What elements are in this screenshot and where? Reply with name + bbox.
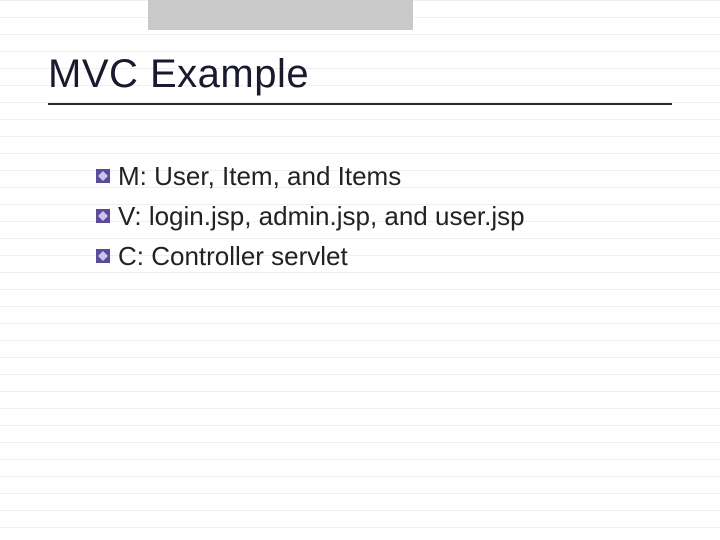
title-area: MVC Example [48, 52, 672, 105]
list-item: C: Controller servlet [96, 240, 660, 274]
content-area: M: User, Item, and Items V: login.jsp, a… [96, 160, 660, 279]
slide-title: MVC Example [48, 52, 672, 97]
diamond-bullet-icon [96, 249, 110, 263]
list-item-text: V: login.jsp, admin.jsp, and user.jsp [118, 200, 525, 234]
list-item-text: C: Controller servlet [118, 240, 348, 274]
slide: MVC Example M: User, Item, and Items V: … [0, 0, 720, 540]
decorative-top-band [148, 0, 413, 30]
diamond-bullet-icon [96, 209, 110, 223]
title-underline [48, 103, 672, 105]
list-item: M: User, Item, and Items [96, 160, 660, 194]
list-item-text: M: User, Item, and Items [118, 160, 401, 194]
diamond-bullet-icon [96, 169, 110, 183]
list-item: V: login.jsp, admin.jsp, and user.jsp [96, 200, 660, 234]
